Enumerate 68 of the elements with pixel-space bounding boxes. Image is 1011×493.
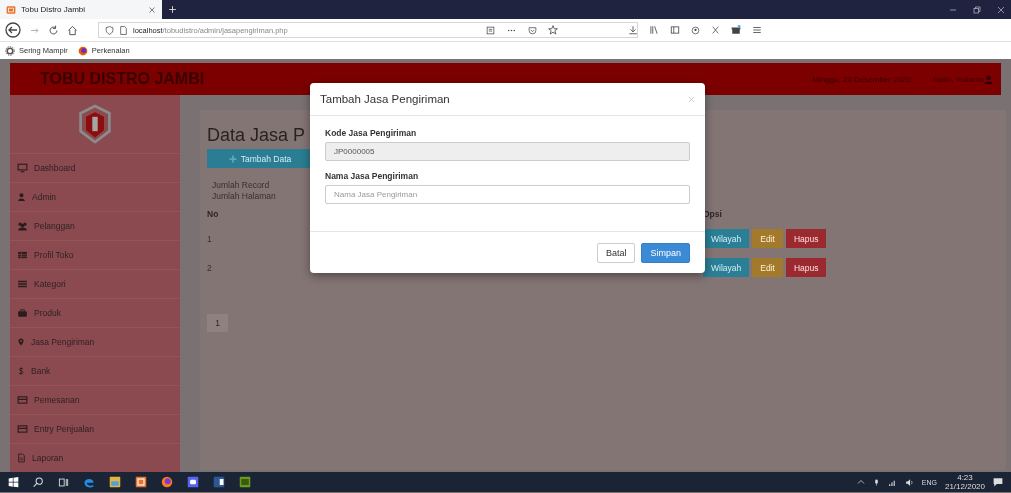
chevron-up-icon[interactable] xyxy=(856,478,865,486)
action-button[interactable]: Wilayah xyxy=(703,258,750,277)
back-icon[interactable] xyxy=(5,22,21,38)
notification-icon[interactable] xyxy=(993,477,1003,487)
gear-icon xyxy=(5,45,15,56)
save-button[interactable]: Simpan xyxy=(641,242,690,263)
action-button[interactable]: Wilayah xyxy=(703,229,750,248)
table-icon xyxy=(17,250,28,260)
edge-browser-icon[interactable] xyxy=(83,476,95,488)
page-title: Data Jasa P xyxy=(207,124,306,147)
map-pin-icon xyxy=(17,337,25,347)
close-tab-icon[interactable] xyxy=(148,5,156,14)
reader-icon[interactable] xyxy=(486,25,495,35)
action-button[interactable]: Hapus xyxy=(785,258,827,277)
card-icon xyxy=(17,424,28,434)
download-icon[interactable] xyxy=(628,25,638,35)
plus-icon xyxy=(228,154,237,163)
shield-icon xyxy=(105,25,114,35)
document-icon xyxy=(17,453,26,463)
card-icon xyxy=(17,395,28,405)
action-button[interactable]: Edit xyxy=(752,229,783,248)
cancel-button[interactable]: Batal xyxy=(596,242,636,263)
list-icon xyxy=(17,279,28,289)
page-icon xyxy=(119,25,128,35)
stat-label: Jumlah Record xyxy=(212,180,270,191)
library-icon[interactable] xyxy=(649,25,659,35)
folder-icon[interactable] xyxy=(109,476,121,488)
x-mark-icon[interactable] xyxy=(711,25,720,35)
account-icon[interactable] xyxy=(691,25,700,35)
pocket-icon[interactable] xyxy=(528,25,537,35)
clock[interactable]: 4:23 21/12/2020 xyxy=(944,473,985,491)
sidebar-icon[interactable] xyxy=(670,25,680,35)
reload-icon[interactable] xyxy=(48,24,59,36)
star-icon[interactable] xyxy=(548,25,558,35)
page-link[interactable]: 1 xyxy=(207,314,228,332)
firefox-icon xyxy=(77,45,88,56)
close-icon[interactable] xyxy=(997,5,1005,14)
microphone-icon[interactable] xyxy=(872,477,880,487)
column-header: No xyxy=(207,209,220,219)
field-label: Nama Jasa Pengiriman xyxy=(325,171,420,181)
action-button[interactable]: Hapus xyxy=(785,229,827,248)
menu-icon[interactable] xyxy=(752,25,762,35)
stat-label: Jumlah Halaman xyxy=(212,191,276,202)
brand-title: TOBU DISTRO JAMBI xyxy=(40,70,206,88)
home-icon[interactable] xyxy=(67,24,78,36)
add-data-button[interactable]: Tambah Data xyxy=(207,149,313,168)
monitor-icon xyxy=(17,163,28,173)
action-button[interactable]: Edit xyxy=(752,258,783,277)
firefox-icon[interactable] xyxy=(161,476,173,488)
page-favicon-icon xyxy=(6,4,16,15)
windows-start-icon[interactable] xyxy=(8,476,19,488)
user-icon xyxy=(17,192,26,202)
search-icon[interactable] xyxy=(33,476,44,488)
new-tab-icon[interactable] xyxy=(168,5,177,14)
dollar-icon xyxy=(17,366,25,376)
dialog-title: Tambah Jasa Pengiriman xyxy=(320,93,450,105)
table-cell-text: 2 xyxy=(207,262,213,273)
speaker-icon[interactable] xyxy=(904,477,914,487)
text-field[interactable]: Nama Jasa Pengiriman xyxy=(325,185,690,204)
task-view-icon[interactable] xyxy=(58,476,69,488)
table-cell-text: 1 xyxy=(207,233,213,244)
field-label: Kode Jasa Pengiriman xyxy=(325,128,418,138)
restore-icon[interactable] xyxy=(973,5,981,14)
logo-icon xyxy=(77,102,113,146)
briefcase-icon xyxy=(17,308,28,318)
browser-tab[interactable]: Tobu Distro Jambi xyxy=(0,0,162,19)
users-icon xyxy=(17,221,28,231)
gift-icon[interactable] xyxy=(731,25,741,35)
